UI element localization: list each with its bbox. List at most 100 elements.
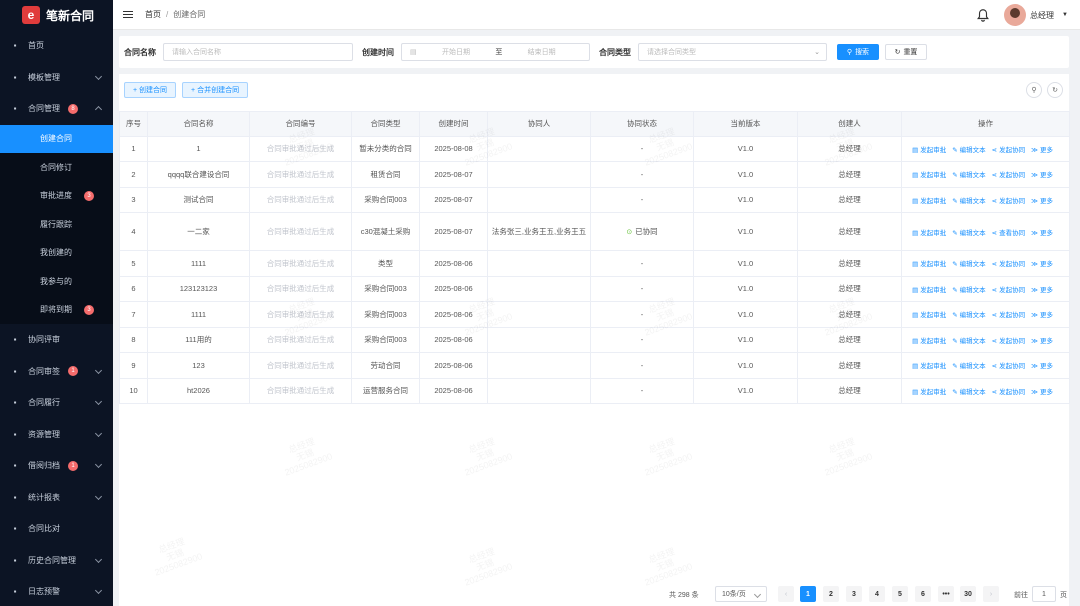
sidebar-subitem[interactable]: 我参与的 [0,267,113,296]
sidebar-subitem[interactable]: 合同修订 [0,153,113,182]
table-row[interactable]: 9 123 合同审批通过后生成 劳动合同 2025-08-06 - V1.0 总经理 ▤ 发起审批… [119,352,1070,379]
more-link[interactable]: ≫ 更多 [1031,363,1053,370]
edit-text-link[interactable]: ✎ 编辑文本 [952,363,985,370]
edit-text-link[interactable]: ✎ 编辑文本 [952,198,985,205]
page-button[interactable]: ••• [938,586,954,602]
table-row[interactable]: 8 111用的 合同审批通过后生成 采购合同003 2025-08-06- V1.0 总经理… [119,326,1070,353]
search-toggle-icon[interactable]: ⚲ [1026,82,1042,98]
more-link[interactable]: ≫ 更多 [1031,287,1053,294]
avatar[interactable] [1004,4,1027,26]
sidebar-item[interactable]: ▪ 资源管理 [0,419,113,451]
sidebar-item[interactable]: ▪ 协同评审 [0,324,113,356]
sidebar-item[interactable]: ▪ 统计报表 [0,482,113,514]
sidebar-subitem[interactable]: 审批进度 3 [0,181,113,210]
sidebar-item[interactable]: ▪ 合同履行 [0,387,113,419]
collab-link[interactable]: ⋖ 发起协同 [992,363,1025,370]
sidebar-item[interactable]: ▪ 首页 [0,30,113,62]
approve-link[interactable]: ▤ 发起审批 [912,312,946,319]
page-button[interactable]: 4 [869,586,885,602]
reset-button[interactable]: ↻ 重置 [885,44,927,60]
approve-link[interactable]: ▤ 发起审批 [912,338,946,345]
next-page-icon[interactable]: › [983,586,999,602]
page-button[interactable]: 6 [915,586,931,602]
sidebar-subitem[interactable]: 履行跟踪 [0,210,113,239]
edit-text-link[interactable]: ✎ 编辑文本 [952,261,985,268]
date-range-input[interactable]: ▤ 开始日期 至 结束日期 [401,43,590,61]
collab-link[interactable]: ⋖ 发起协同 [992,312,1025,319]
edit-text-link[interactable]: ✎ 编辑文本 [952,287,985,294]
approve-link[interactable]: ▤ 发起审批 [912,287,946,294]
prev-page-icon[interactable]: ‹ [778,586,794,602]
sidebar-item[interactable]: ▪ 历史合同管理 [0,545,113,577]
table-row[interactable]: 10 ht2026 合同审批通过后生成 运营服务合同 2025-08-06 - V1.0 总经… [119,377,1070,404]
contract-name-input[interactable]: 请输入合同名称 [163,43,353,61]
collab-link[interactable]: ⋖ 查看协同 [992,230,1025,237]
edit-text-link[interactable]: ✎ 编辑文本 [952,147,985,154]
collab-link[interactable]: ⋖ 发起协同 [992,172,1025,179]
logo[interactable]: e 笔新合同 [0,0,113,30]
approve-link[interactable]: ▤ 发起审批 [912,363,946,370]
bell-icon[interactable] [976,8,990,22]
more-link[interactable]: ≫ 更多 [1031,389,1053,396]
page-button[interactable]: 3 [846,586,862,602]
collab-link[interactable]: ⋖ 发起协同 [992,389,1025,396]
collab-link[interactable]: ⋖ 发起协同 [992,287,1025,294]
create-contract-button[interactable]: + 创建合同 [124,82,177,98]
contract-type-select[interactable]: 请选择合同类型 ⌄ [638,43,827,61]
edit-text-link[interactable]: ✎ 编辑文本 [952,338,985,345]
collab-link[interactable]: ⋖ 发起协同 [992,147,1025,154]
approve-link[interactable]: ▤ 发起审批 [912,261,946,268]
cell-actions: ▤ 发起审批 ✎ 编辑文本 ⋖ 发起协同 ≫ 更多 [901,326,1070,353]
sidebar-item[interactable]: ▪ 合同管理 8 [0,93,113,125]
table-row[interactable]: 2 qqqq联合建设合同 合同审批通过后生成 租赁合同 2025-08-07 - V1.0 总… [119,161,1070,188]
caret-down-icon[interactable]: ▼ [1062,12,1068,18]
more-link[interactable]: ≫ 更多 [1031,230,1053,237]
username[interactable]: 总经理 [1030,10,1054,21]
sidebar-item[interactable]: ▪ 合同审签 1 [0,356,113,388]
chevron-down-icon [94,460,103,469]
sidebar-item[interactable]: ▪ 模板管理 [0,62,113,94]
approve-link[interactable]: ▤ 发起审批 [912,172,946,179]
breadcrumb-home[interactable]: 首页 [145,10,161,19]
sidebar-subitem[interactable]: 创建合同 [0,124,113,153]
more-link[interactable]: ≫ 更多 [1031,312,1053,319]
sidebar-subitem[interactable]: 即将到期 3 [0,295,113,324]
page-button[interactable]: 30 [960,586,976,602]
edit-text-link[interactable]: ✎ 编辑文本 [952,389,985,396]
table-row[interactable]: 3 测试合同 合同审批通过后生成 采购合同003 2025-08-07 - V1.0 总经理 ▤… [119,186,1070,213]
page-size-select[interactable]: 10条/页 [715,586,767,602]
collab-link[interactable]: ⋖ 发起协同 [992,338,1025,345]
approve-link[interactable]: ▤ 发起审批 [912,147,946,154]
chevron-down-icon [94,586,103,595]
page-button[interactable]: 5 [892,586,908,602]
table-row[interactable]: 4 一二家 合同审批通过后生成 c30混凝土采购 2025-08-07 法务张三,业务王五… [119,212,1070,251]
page-button[interactable]: 1 [800,586,816,602]
merge-create-button[interactable]: + 合并创建合同 [182,82,249,98]
collab-link[interactable]: ⋖ 发起协同 [992,198,1025,205]
more-link[interactable]: ≫ 更多 [1031,147,1053,154]
goto-page-input[interactable]: 1 [1032,586,1056,602]
approve-link[interactable]: ▤ 发起审批 [912,230,946,237]
table-row[interactable]: 1 1 合同审批通过后生成 暂未分类的合同 2025-08-08- V1.0 总经理 ▤ 发起审… [119,135,1070,162]
more-link[interactable]: ≫ 更多 [1031,198,1053,205]
collab-link[interactable]: ⋖ 发起协同 [992,261,1025,268]
edit-text-link[interactable]: ✎ 编辑文本 [952,312,985,319]
approve-link[interactable]: ▤ 发起审批 [912,389,946,396]
more-link[interactable]: ≫ 更多 [1031,261,1053,268]
sidebar-subitem[interactable]: 我创建的 [0,238,113,267]
approve-link[interactable]: ▤ 发起审批 [912,198,946,205]
table-row[interactable]: 6 123123123 合同审批通过后生成 采购合同003 2025-08-06 - V1.… [119,275,1070,302]
edit-text-link[interactable]: ✎ 编辑文本 [952,172,985,179]
refresh-icon[interactable]: ↻ [1047,82,1063,98]
table-row[interactable]: 5 1111 合同审批通过后生成 类型 2025-08-06 - V1.0 总经理 ▤ 发起审批 ✎… [119,250,1070,277]
menu-fold-icon[interactable] [123,10,133,19]
edit-text-link[interactable]: ✎ 编辑文本 [952,230,985,237]
sidebar-item[interactable]: ▪ 合同比对 [0,513,113,545]
sidebar-item[interactable]: ▪ 借阅归档 1 [0,450,113,482]
more-link[interactable]: ≫ 更多 [1031,172,1053,179]
sidebar-item[interactable]: ▪ 日志预警 [0,576,113,606]
table-row[interactable]: 7 1111 合同审批通过后生成 采购合同003 2025-08-06- V1.0 总经理 ▤… [119,301,1070,328]
more-link[interactable]: ≫ 更多 [1031,338,1053,345]
page-button[interactable]: 2 [823,586,839,602]
search-button[interactable]: ⚲ 搜索 [837,44,879,60]
